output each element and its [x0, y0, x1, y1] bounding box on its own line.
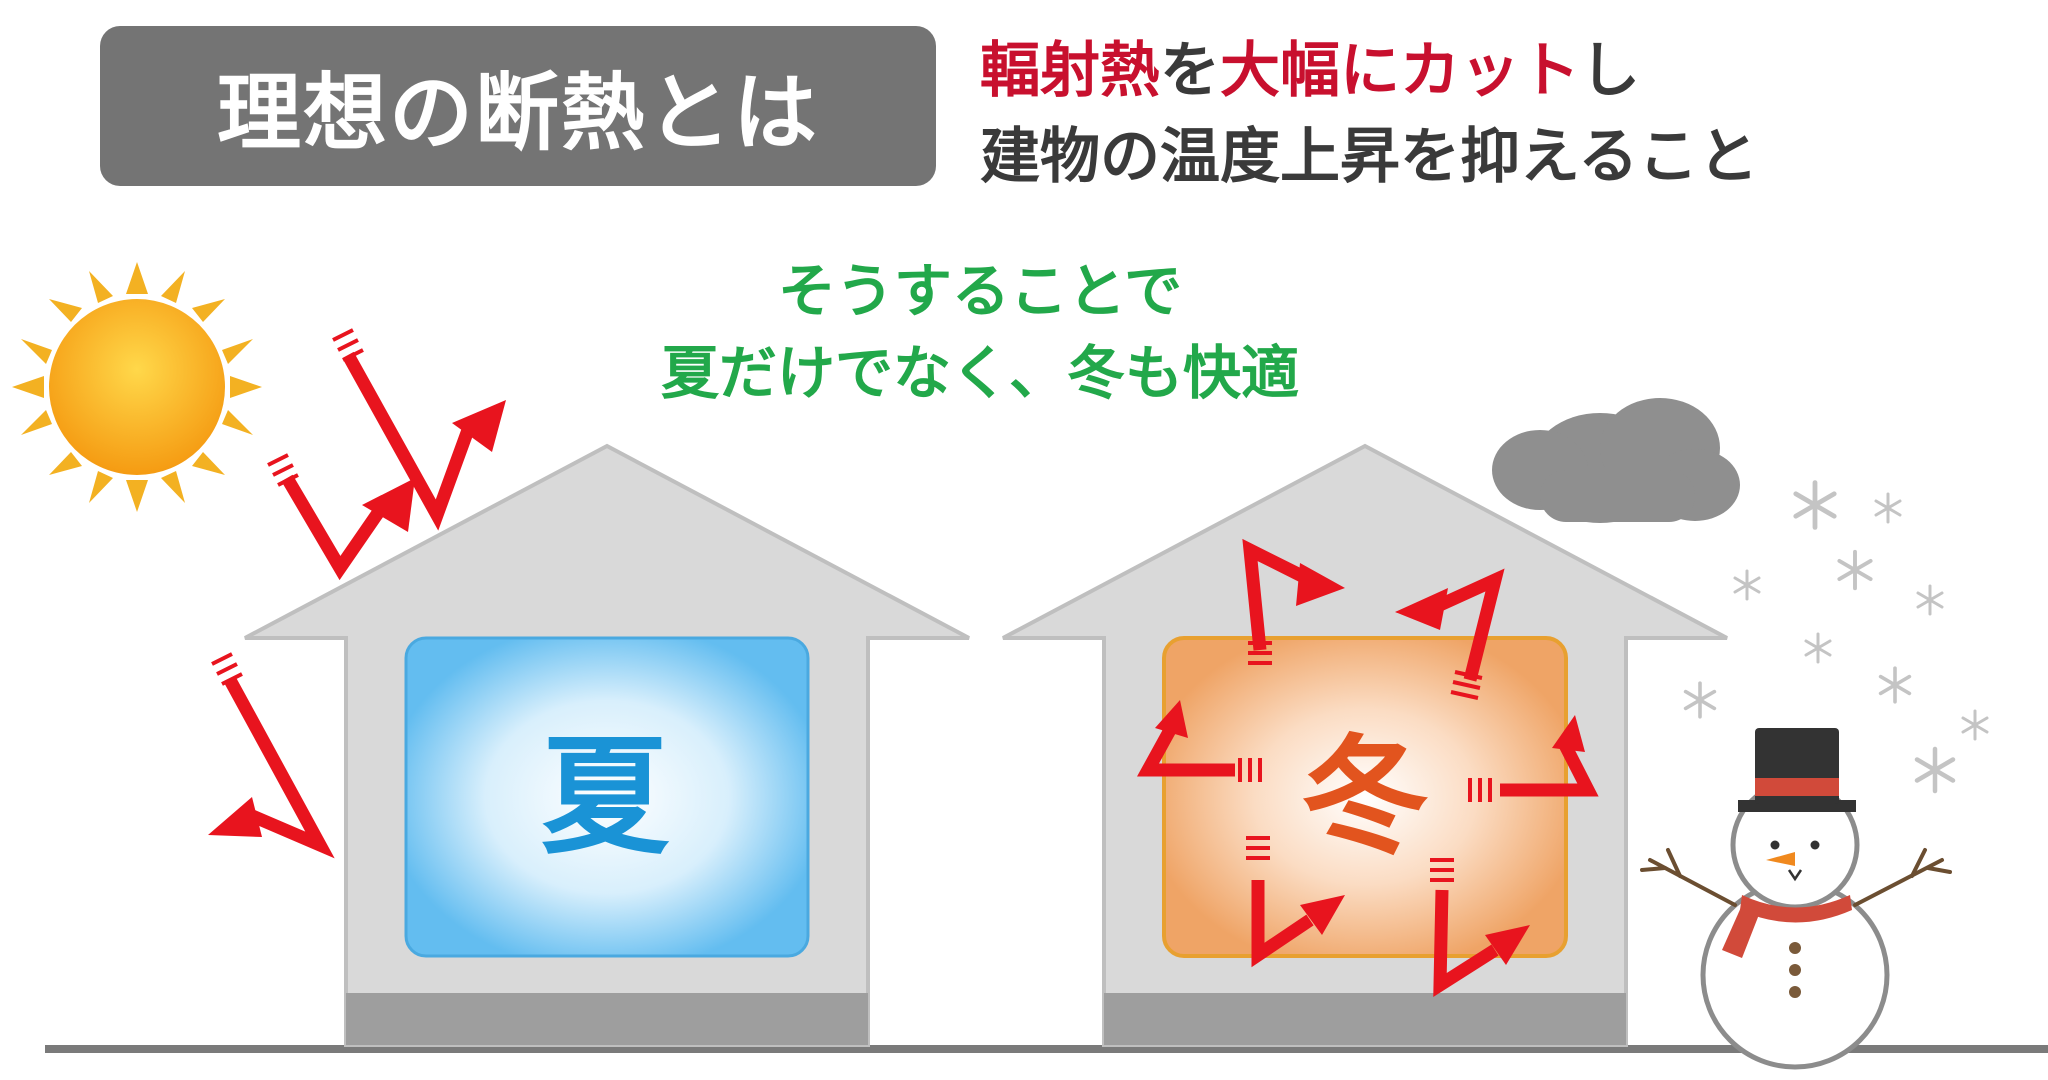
winter-label: 冬 [1300, 723, 1429, 872]
sun-icon [12, 262, 262, 512]
heat-arrow [208, 652, 335, 859]
heat-arrow [332, 328, 506, 531]
snowman-icon [1640, 728, 1952, 1070]
cloud-icon [1492, 398, 1740, 523]
heat-arrow [267, 453, 415, 581]
summer-label: 夏 [540, 723, 669, 872]
illustration-scene [12, 262, 2048, 1070]
